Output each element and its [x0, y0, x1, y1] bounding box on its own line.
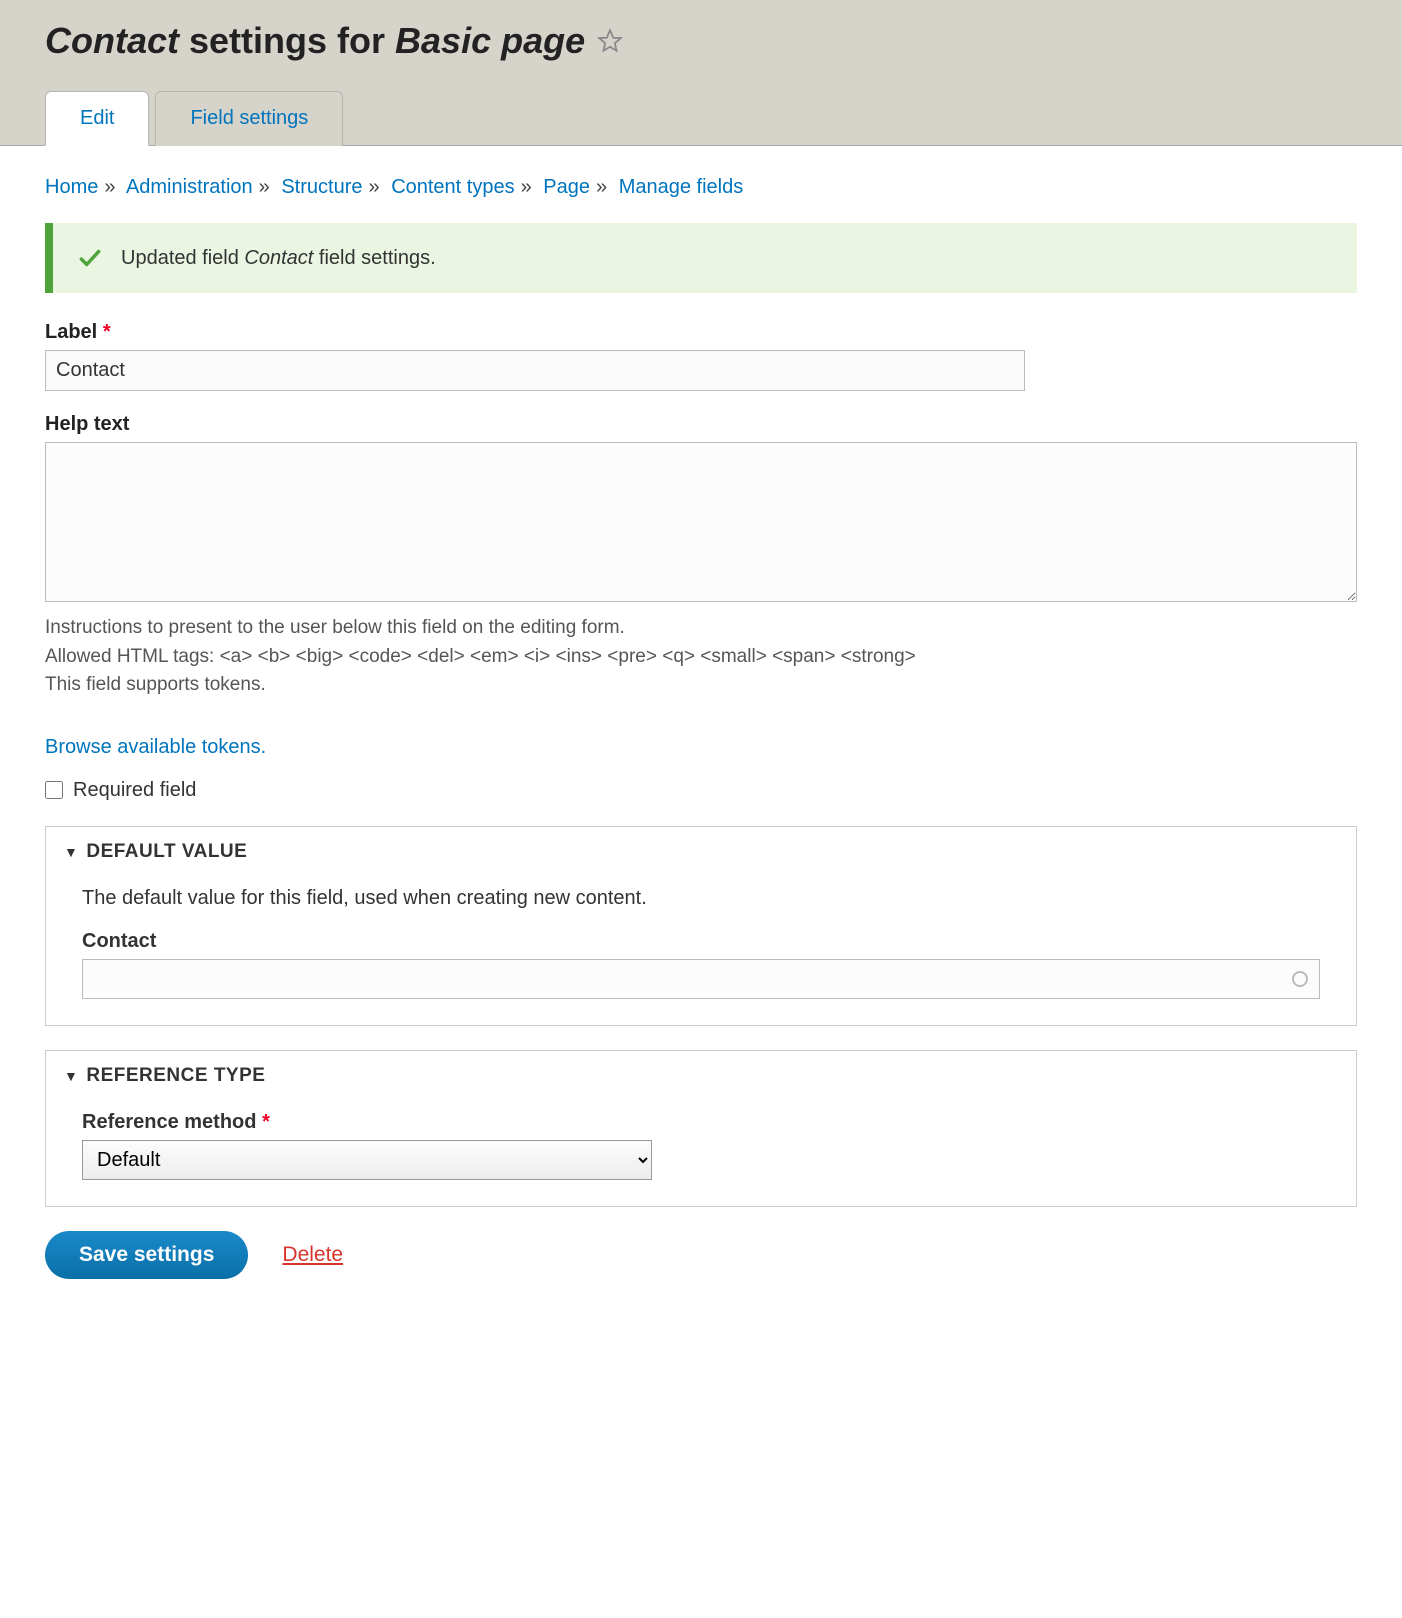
browse-tokens-link[interactable]: Browse available tokens. — [45, 736, 266, 759]
breadcrumb-home[interactable]: Home — [45, 176, 98, 198]
breadcrumb: Home» Administration» Structure» Content… — [45, 176, 1357, 199]
triangle-down-icon: ▼ — [64, 1068, 78, 1084]
star-icon[interactable] — [597, 28, 623, 54]
title-middle: settings for — [179, 20, 395, 61]
title-bundle: Basic page — [395, 20, 585, 61]
label-title-text: Label — [45, 321, 97, 343]
label-field-label: Label * — [45, 321, 1357, 344]
status-field: Contact — [244, 247, 313, 269]
check-icon — [77, 245, 103, 271]
status-prefix: Updated field — [121, 247, 244, 269]
reference-method-select[interactable]: Default — [82, 1140, 652, 1180]
breadcrumb-manage-fields[interactable]: Manage fields — [619, 176, 744, 198]
triangle-down-icon: ▼ — [64, 844, 78, 860]
help-desc-2: Allowed HTML tags: <a> <b> <big> <code> … — [45, 643, 1357, 672]
page-title: Contact settings for Basic page — [45, 20, 1357, 62]
reference-method-label-text: Reference method — [82, 1111, 257, 1133]
default-value-summary-text: Default value — [86, 841, 247, 863]
help-desc-3: This field supports tokens. — [45, 671, 1357, 700]
default-value-input[interactable] — [82, 959, 1320, 999]
primary-tabs: Edit Field settings — [45, 90, 1357, 145]
throbber-icon — [1292, 971, 1308, 987]
required-checkbox[interactable] — [45, 781, 63, 799]
status-message: Updated field Contact field settings. — [45, 223, 1357, 293]
breadcrumb-page[interactable]: Page — [543, 176, 590, 198]
required-checkbox-label: Required field — [73, 779, 196, 802]
breadcrumb-content-types[interactable]: Content types — [391, 176, 514, 198]
reference-type-summary[interactable]: ▼ Reference type — [46, 1051, 1356, 1101]
tab-edit-label: Edit — [80, 107, 114, 129]
status-suffix: field settings. — [313, 247, 435, 269]
label-input[interactable] — [45, 350, 1025, 391]
default-value-summary[interactable]: ▼ Default value — [46, 827, 1356, 877]
reference-method-label: Reference method * — [82, 1111, 1320, 1134]
help-text-label: Help text — [45, 413, 1357, 436]
reference-type-summary-text: Reference type — [86, 1065, 265, 1087]
breadcrumb-structure[interactable]: Structure — [281, 176, 362, 198]
tab-field-settings[interactable]: Field settings — [155, 91, 343, 146]
reference-type-panel: ▼ Reference type Reference method * Defa… — [45, 1050, 1357, 1207]
tab-field-settings-label: Field settings — [190, 107, 308, 129]
default-value-desc: The default value for this field, used w… — [82, 887, 1320, 910]
help-desc-1: Instructions to present to the user belo… — [45, 614, 1357, 643]
default-value-panel: ▼ Default value The default value for th… — [45, 826, 1357, 1026]
save-button[interactable]: Save settings — [45, 1231, 248, 1279]
help-text-input[interactable] — [45, 442, 1357, 602]
required-marker: * — [103, 321, 111, 343]
title-field-name: Contact — [45, 20, 179, 61]
default-value-field-label: Contact — [82, 930, 1320, 953]
delete-link[interactable]: Delete — [282, 1243, 343, 1267]
breadcrumb-admin[interactable]: Administration — [126, 176, 253, 198]
required-marker: * — [262, 1111, 270, 1133]
tab-edit[interactable]: Edit — [45, 91, 149, 146]
